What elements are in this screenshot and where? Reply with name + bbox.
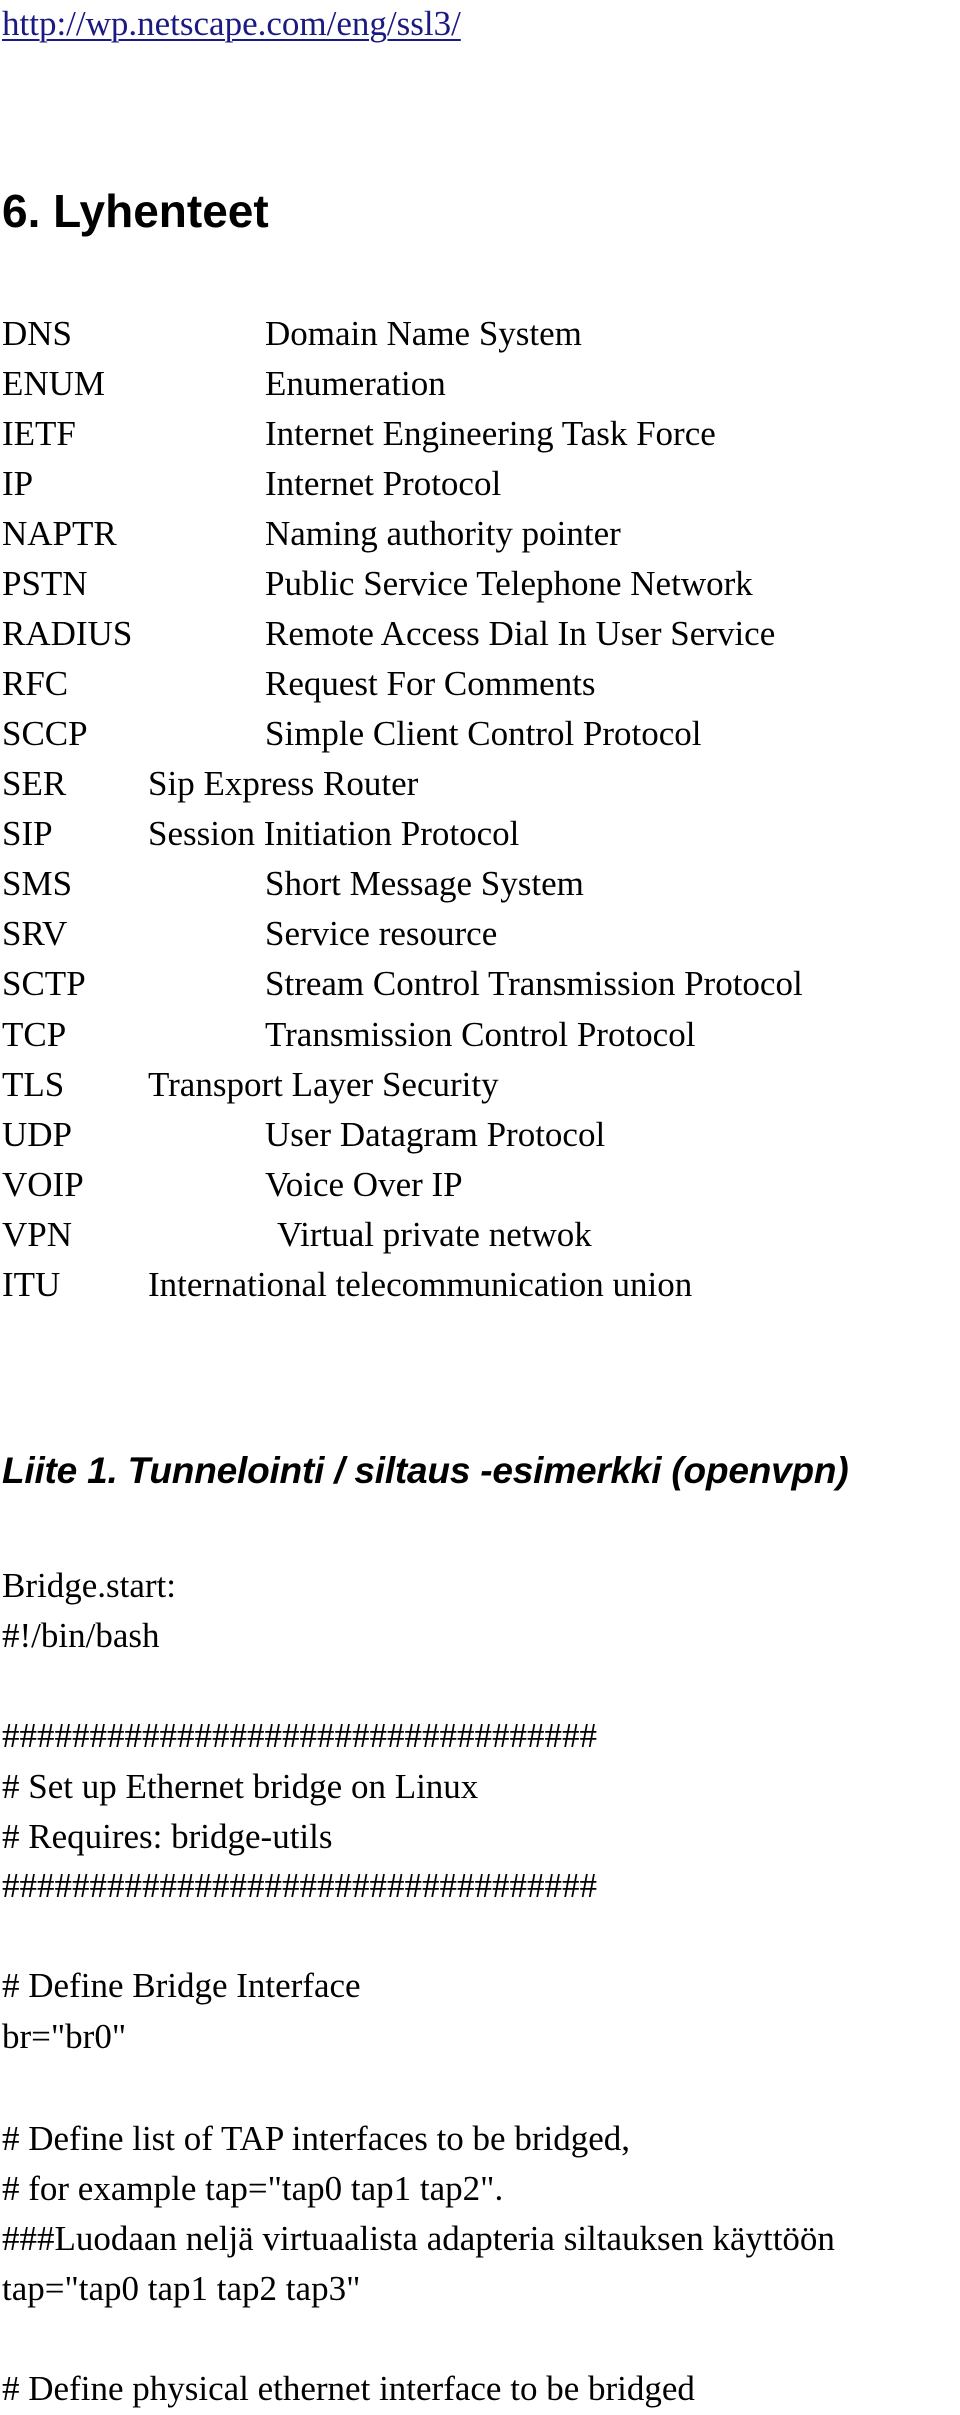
abbr-definition: Virtual private netwok (277, 1215, 592, 1254)
abbr-term: SER (2, 764, 67, 803)
abbr-term: RADIUS (2, 614, 133, 653)
script-line: ################################## (2, 1716, 597, 1755)
abbr-definition: Stream Control Transmission Protocol (265, 964, 803, 1003)
script-line: # Define Bridge Interface (2, 1966, 361, 2005)
script-line: Bridge.start: (2, 1566, 176, 1605)
abbr-term: ITU (2, 1265, 61, 1304)
abbr-definition: Short Message System (265, 864, 584, 903)
script-line: tap="tap0 tap1 tap2 tap3" (2, 2269, 361, 2308)
script-line: ###Luodaan neljä virtuaalista adapteria … (2, 2219, 835, 2258)
abbr-definition: Service resource (265, 914, 498, 953)
abbr-term: VPN (2, 1215, 73, 1254)
abbr-term: TCP (2, 1015, 67, 1054)
abbr-definition: Request For Comments (265, 664, 596, 703)
abbr-term: SMS (2, 864, 73, 903)
abbr-definition: Transmission Control Protocol (265, 1015, 696, 1054)
abbr-definition: Internet Protocol (265, 464, 502, 503)
abbr-definition: International telecommunication union (148, 1265, 693, 1304)
abbr-term: RFC (2, 664, 69, 703)
script-line: # Set up Ethernet bridge on Linux (2, 1767, 479, 1806)
abbr-term: SIP (2, 814, 53, 853)
abbr-term: SRV (2, 914, 68, 953)
script-line: # for example tap="tap0 tap1 tap2". (2, 2169, 504, 2208)
abbr-term: PSTN (2, 564, 88, 603)
script-line: # Requires: bridge-utils (2, 1817, 333, 1856)
abbr-term: IETF (2, 414, 76, 453)
abbr-definition: Naming authority pointer (265, 514, 621, 553)
abbr-definition: Remote Access Dial In User Service (265, 614, 776, 653)
appendix-heading: Liite 1. Tunnelointi / siltaus -esimerkk… (2, 1450, 849, 1491)
abbr-definition: Voice Over IP (265, 1165, 463, 1204)
abbr-definition: Session Initiation Protocol (148, 814, 520, 853)
abbr-definition: Sip Express Router (148, 764, 419, 803)
abbr-definition: User Datagram Protocol (265, 1115, 606, 1154)
script-line: # Define list of TAP interfaces to be br… (2, 2119, 631, 2158)
script-line: # Define physical ethernet interface to … (2, 2369, 695, 2408)
abbr-term: TLS (2, 1065, 65, 1104)
script-line: br="br0" (2, 2017, 127, 2056)
abbr-term: UDP (2, 1115, 73, 1154)
abbr-term: NAPTR (2, 514, 117, 553)
script-line: #!/bin/bash (2, 1616, 160, 1655)
section-heading-abbreviations: 6. Lyhenteet (2, 185, 269, 237)
abbr-definition: Enumeration (265, 364, 446, 403)
abbr-definition: Transport Layer Security (148, 1065, 499, 1104)
reference-link[interactable]: http://wp.netscape.com/eng/ssl3/ (2, 4, 461, 44)
abbr-term: VOIP (2, 1165, 84, 1204)
abbr-definition: Domain Name System (265, 314, 582, 353)
abbr-term: IP (2, 464, 34, 503)
abbr-term: DNS (2, 314, 73, 353)
abbr-definition: Public Service Telephone Network (265, 564, 753, 603)
abbr-term: SCCP (2, 714, 88, 753)
abbr-term: SCTP (2, 964, 86, 1003)
script-line: ################################## (2, 1866, 597, 1905)
abbr-term: ENUM (2, 364, 106, 403)
abbr-definition: Internet Engineering Task Force (265, 414, 716, 453)
abbr-definition: Simple Client Control Protocol (265, 714, 702, 753)
